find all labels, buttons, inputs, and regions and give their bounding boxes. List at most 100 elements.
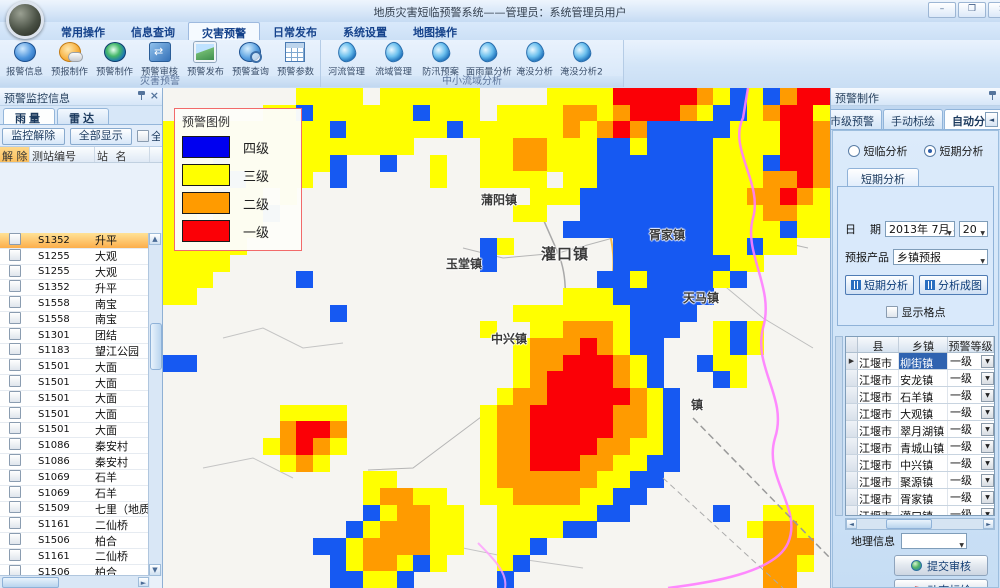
release-checkbox[interactable] — [9, 470, 21, 482]
menu-tab-系统设置[interactable]: 系统设置 — [330, 22, 400, 40]
select-all-checkbox[interactable]: 全 — [137, 128, 160, 143]
warning-map[interactable]: 蒲阳镇胥家镇玉堂镇灌口镇天马镇中兴镇镇 预警图例 四级 三级 二级 一级 — [163, 88, 830, 588]
station-row[interactable]: S1069 石羊 — [0, 486, 150, 502]
radio-短临分析[interactable]: 短临分析 — [848, 143, 908, 159]
town-cell[interactable]: 胥家镇 — [899, 489, 948, 505]
col-warning-level[interactable]: 预警等级 — [948, 337, 994, 352]
maximize-button[interactable]: ❐ — [958, 2, 986, 18]
station-row[interactable]: S1086 秦安村 — [0, 438, 150, 454]
town-row[interactable]: 江堰市 中兴镇 一级 ▼ — [846, 455, 994, 472]
ribbon-button-河流管理[interactable]: 河流管理 — [323, 41, 370, 77]
level-dropdown-icon[interactable]: ▼ — [981, 406, 994, 419]
ribbon-button-报警信息[interactable]: 报警信息 — [2, 41, 47, 77]
town-cell[interactable]: 中兴镇 — [899, 455, 948, 471]
scrollbar-thumb[interactable] — [886, 519, 932, 529]
town-cell[interactable]: 灌口镇 — [899, 506, 948, 516]
menu-tab-日常发布[interactable]: 日常发布 — [260, 22, 330, 40]
analysis-to-map-button[interactable]: 分析成图 — [919, 275, 988, 295]
town-cell[interactable]: 安龙镇 — [899, 370, 948, 386]
station-row[interactable]: S1352 升平 — [0, 233, 150, 249]
scroll-left-icon[interactable]: ◄ — [846, 519, 857, 529]
level-dropdown-icon[interactable]: ▼ — [981, 389, 994, 402]
release-checkbox[interactable] — [9, 391, 21, 403]
col-station-name[interactable]: 站 名 — [95, 147, 150, 162]
col-town[interactable]: 乡镇 — [899, 337, 948, 352]
ribbon-button-淹没分析[interactable]: 淹没分析 — [511, 41, 558, 77]
town-row[interactable]: 江堰市 大观镇 一级 ▼ — [846, 404, 994, 421]
station-row[interactable]: S1161 二仙桥 — [0, 517, 150, 533]
monitor-tab-雨量[interactable]: 雨量 — [3, 108, 55, 124]
warning-tab-手动标绘[interactable]: 手动标绘 — [883, 109, 943, 129]
town-cell[interactable]: 大观镇 — [899, 404, 948, 420]
product-combobox[interactable]: 乡镇预报 — [893, 249, 988, 265]
scroll-up-icon[interactable]: ▲ — [149, 233, 161, 245]
release-checkbox[interactable] — [9, 359, 21, 371]
station-row[interactable]: S1501 大面 — [0, 423, 150, 439]
town-cell[interactable]: 翠月湖镇 — [899, 421, 948, 437]
ribbon-button-预警参数[interactable]: 预警参数 — [273, 41, 318, 77]
town-row[interactable]: ▶ 江堰市 柳街镇 一级 ▼ — [846, 353, 994, 370]
station-row[interactable]: S1501 大面 — [0, 407, 150, 423]
station-row[interactable]: S1501 大面 — [0, 375, 150, 391]
ribbon-button-流域管理[interactable]: 流域管理 — [370, 41, 417, 77]
release-checkbox[interactable] — [9, 533, 21, 545]
station-row[interactable]: S1509 七里（地质灾 — [0, 502, 150, 518]
scroll-right-icon[interactable]: ► — [983, 519, 994, 529]
town-row[interactable]: 江堰市 胥家镇 一级 ▼ — [846, 489, 994, 506]
station-row[interactable]: S1506 柏合 — [0, 533, 150, 549]
table-horizontal-scrollbar[interactable]: ◄ ► — [845, 518, 995, 530]
show-all-button[interactable]: 全部显示 — [70, 128, 133, 145]
short-term-analysis-button[interactable]: 短期分析 — [845, 275, 914, 295]
geo-info-combobox[interactable] — [901, 533, 967, 549]
release-checkbox[interactable] — [9, 312, 21, 324]
menu-tab-信息查询[interactable]: 信息查询 — [118, 22, 188, 40]
release-checkbox[interactable] — [9, 296, 21, 308]
level-dropdown-icon[interactable]: ▼ — [981, 440, 994, 453]
release-checkbox[interactable] — [9, 486, 21, 498]
station-row[interactable]: S1301 团结 — [0, 328, 150, 344]
town-row[interactable]: 江堰市 石羊镇 一级 ▼ — [846, 387, 994, 404]
release-checkbox[interactable] — [9, 375, 21, 387]
hour-combobox[interactable]: 20 — [959, 221, 988, 237]
ribbon-button-防汛预案[interactable]: 防汛预案 — [417, 41, 464, 77]
level-dropdown-icon[interactable]: ▼ — [981, 372, 994, 385]
level-dropdown-icon[interactable]: ▼ — [981, 355, 994, 368]
ribbon-button-预警制作[interactable]: 预警制作 — [92, 41, 137, 77]
town-row[interactable]: 江堰市 聚源镇 一级 ▼ — [846, 472, 994, 489]
monitor-tab-雷达[interactable]: 雷达 — [57, 108, 109, 124]
warning-tab-市级预警[interactable]: 市级预警 — [831, 109, 882, 129]
submit-review-button[interactable]: 提交审核 — [894, 555, 988, 576]
horizontal-scrollbar[interactable]: ► — [0, 575, 150, 588]
release-checkbox[interactable] — [9, 438, 21, 450]
station-row[interactable]: S1352 升平 — [0, 280, 150, 296]
vertical-scrollbar[interactable]: ▲ ▼ — [148, 233, 162, 576]
release-checkbox[interactable] — [9, 343, 21, 355]
level-dropdown-icon[interactable]: ▼ — [981, 508, 994, 517]
town-row[interactable]: 江堰市 翠月湖镇 一级 ▼ — [846, 421, 994, 438]
town-cell[interactable]: 柳街镇 — [899, 353, 948, 369]
col-release[interactable]: 解 除 — [0, 147, 30, 162]
station-row[interactable]: S1501 大面 — [0, 359, 150, 375]
radio-短期分析[interactable]: 短期分析 — [924, 143, 984, 159]
station-row[interactable]: S1183 望江公园 — [0, 344, 150, 360]
close-icon[interactable]: × — [150, 90, 159, 101]
release-checkbox[interactable] — [9, 454, 21, 466]
level-dropdown-icon[interactable]: ▼ — [981, 474, 994, 487]
release-checkbox[interactable] — [9, 422, 21, 434]
ribbon-button-预警发布[interactable]: 预警发布 — [183, 41, 228, 77]
close-button[interactable]: × — [988, 2, 1000, 18]
release-checkbox[interactable] — [9, 501, 21, 513]
scrollbar-thumb[interactable] — [2, 577, 59, 588]
show-gridpoints-checkbox[interactable]: 显示格点 — [838, 304, 993, 320]
station-row[interactable]: S1161 二仙桥 — [0, 549, 150, 565]
pin-icon[interactable] — [137, 90, 146, 101]
ribbon-button-淹没分析2[interactable]: 淹没分析2 — [558, 41, 605, 77]
station-row[interactable]: S1069 石羊 — [0, 470, 150, 486]
ribbon-button-预报制作[interactable]: 预报制作 — [47, 41, 92, 77]
station-row[interactable]: S1501 大面 — [0, 391, 150, 407]
menu-tab-常用操作[interactable]: 常用操作 — [48, 22, 118, 40]
minimize-button[interactable]: – — [928, 2, 956, 18]
station-row[interactable]: S1558 南宝 — [0, 296, 150, 312]
col-station-code[interactable]: 测站编号 — [30, 147, 95, 162]
ribbon-button-面雨量分析[interactable]: 面雨量分析 — [464, 41, 511, 77]
